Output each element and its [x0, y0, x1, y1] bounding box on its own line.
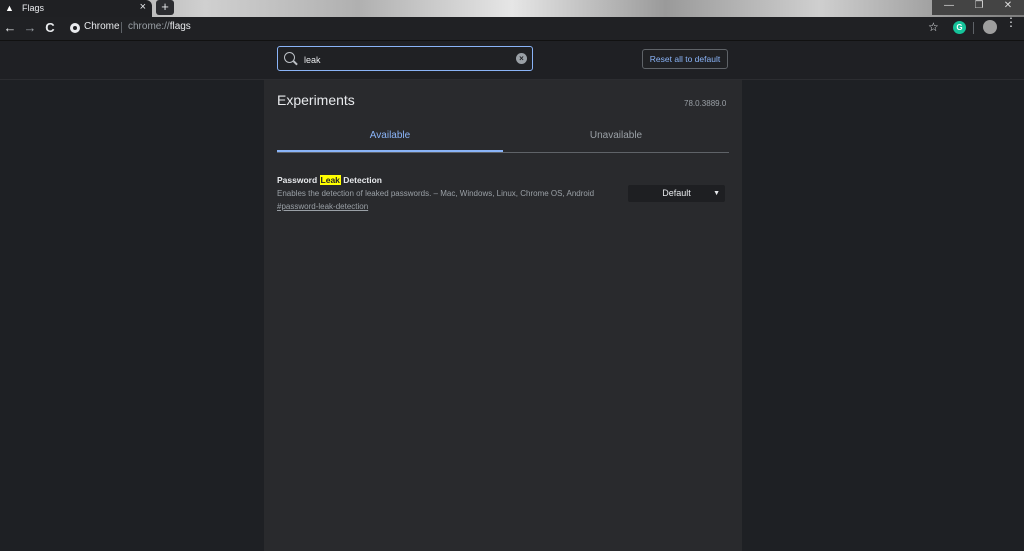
url-host: flags [169, 21, 191, 32]
experiment-anchor-link[interactable]: #password-leak-detection [277, 202, 368, 211]
experiment-state-select[interactable]: Default ▼ [628, 185, 725, 202]
new-tab-button[interactable]: + [156, 0, 174, 15]
address-bar[interactable]: chrome://flags [128, 21, 191, 32]
clear-search-icon[interactable]: × [516, 53, 527, 64]
flags-favicon-icon: ▲ [5, 3, 14, 13]
tab-title: Flags [22, 3, 45, 13]
url-scheme: chrome:// [128, 21, 170, 32]
search-match-highlight: Leak [319, 175, 341, 185]
omnibox-divider [121, 22, 122, 33]
tab-unavailable[interactable]: Unavailable [503, 121, 729, 151]
close-window-button[interactable]: ✕ [992, 0, 1024, 15]
page-title: Experiments [277, 92, 355, 108]
title-bar [0, 0, 1024, 17]
bookmark-star-icon[interactable]: ☆ [928, 20, 939, 34]
experiment-description: Enables the detection of leaked password… [277, 189, 595, 198]
reload-icon[interactable]: C [42, 20, 58, 36]
search-box[interactable]: × [277, 46, 533, 71]
profile-avatar[interactable] [983, 20, 997, 34]
tabs-bar: Available Unavailable [277, 121, 729, 153]
site-label: Chrome [84, 21, 120, 32]
reset-all-button[interactable]: Reset all to default [642, 49, 728, 69]
search-icon [284, 52, 295, 63]
tab-available[interactable]: Available [277, 121, 503, 151]
experiment-name-suffix: Detection [340, 175, 382, 185]
version-label: 78.0.3889.0 [684, 99, 727, 108]
maximize-button[interactable]: ❐ [962, 0, 996, 15]
toolbar-divider [973, 22, 974, 34]
experiment-name: Password Leak Detection [277, 175, 382, 185]
active-tab-indicator [277, 150, 503, 152]
tab-close-icon[interactable]: × [140, 0, 146, 15]
chrome-menu-icon[interactable]: ⋮ [1005, 16, 1017, 28]
experiment-name-prefix: Password [277, 175, 320, 185]
chrome-site-icon[interactable] [70, 23, 80, 33]
browser-tab-flags[interactable]: ▲ Flags × [0, 0, 152, 17]
grammarly-extension-icon[interactable]: G [953, 21, 966, 34]
back-arrow-icon[interactable]: ← [2, 20, 18, 36]
search-input[interactable] [302, 50, 506, 69]
select-value: Default [662, 188, 691, 198]
minimize-button[interactable]: — [932, 0, 966, 15]
browser-toolbar: ← → C Chrome chrome://flags ☆ G ⋮ [0, 16, 1024, 41]
forward-arrow-icon[interactable]: → [22, 20, 38, 36]
chevron-down-icon: ▼ [713, 190, 720, 197]
